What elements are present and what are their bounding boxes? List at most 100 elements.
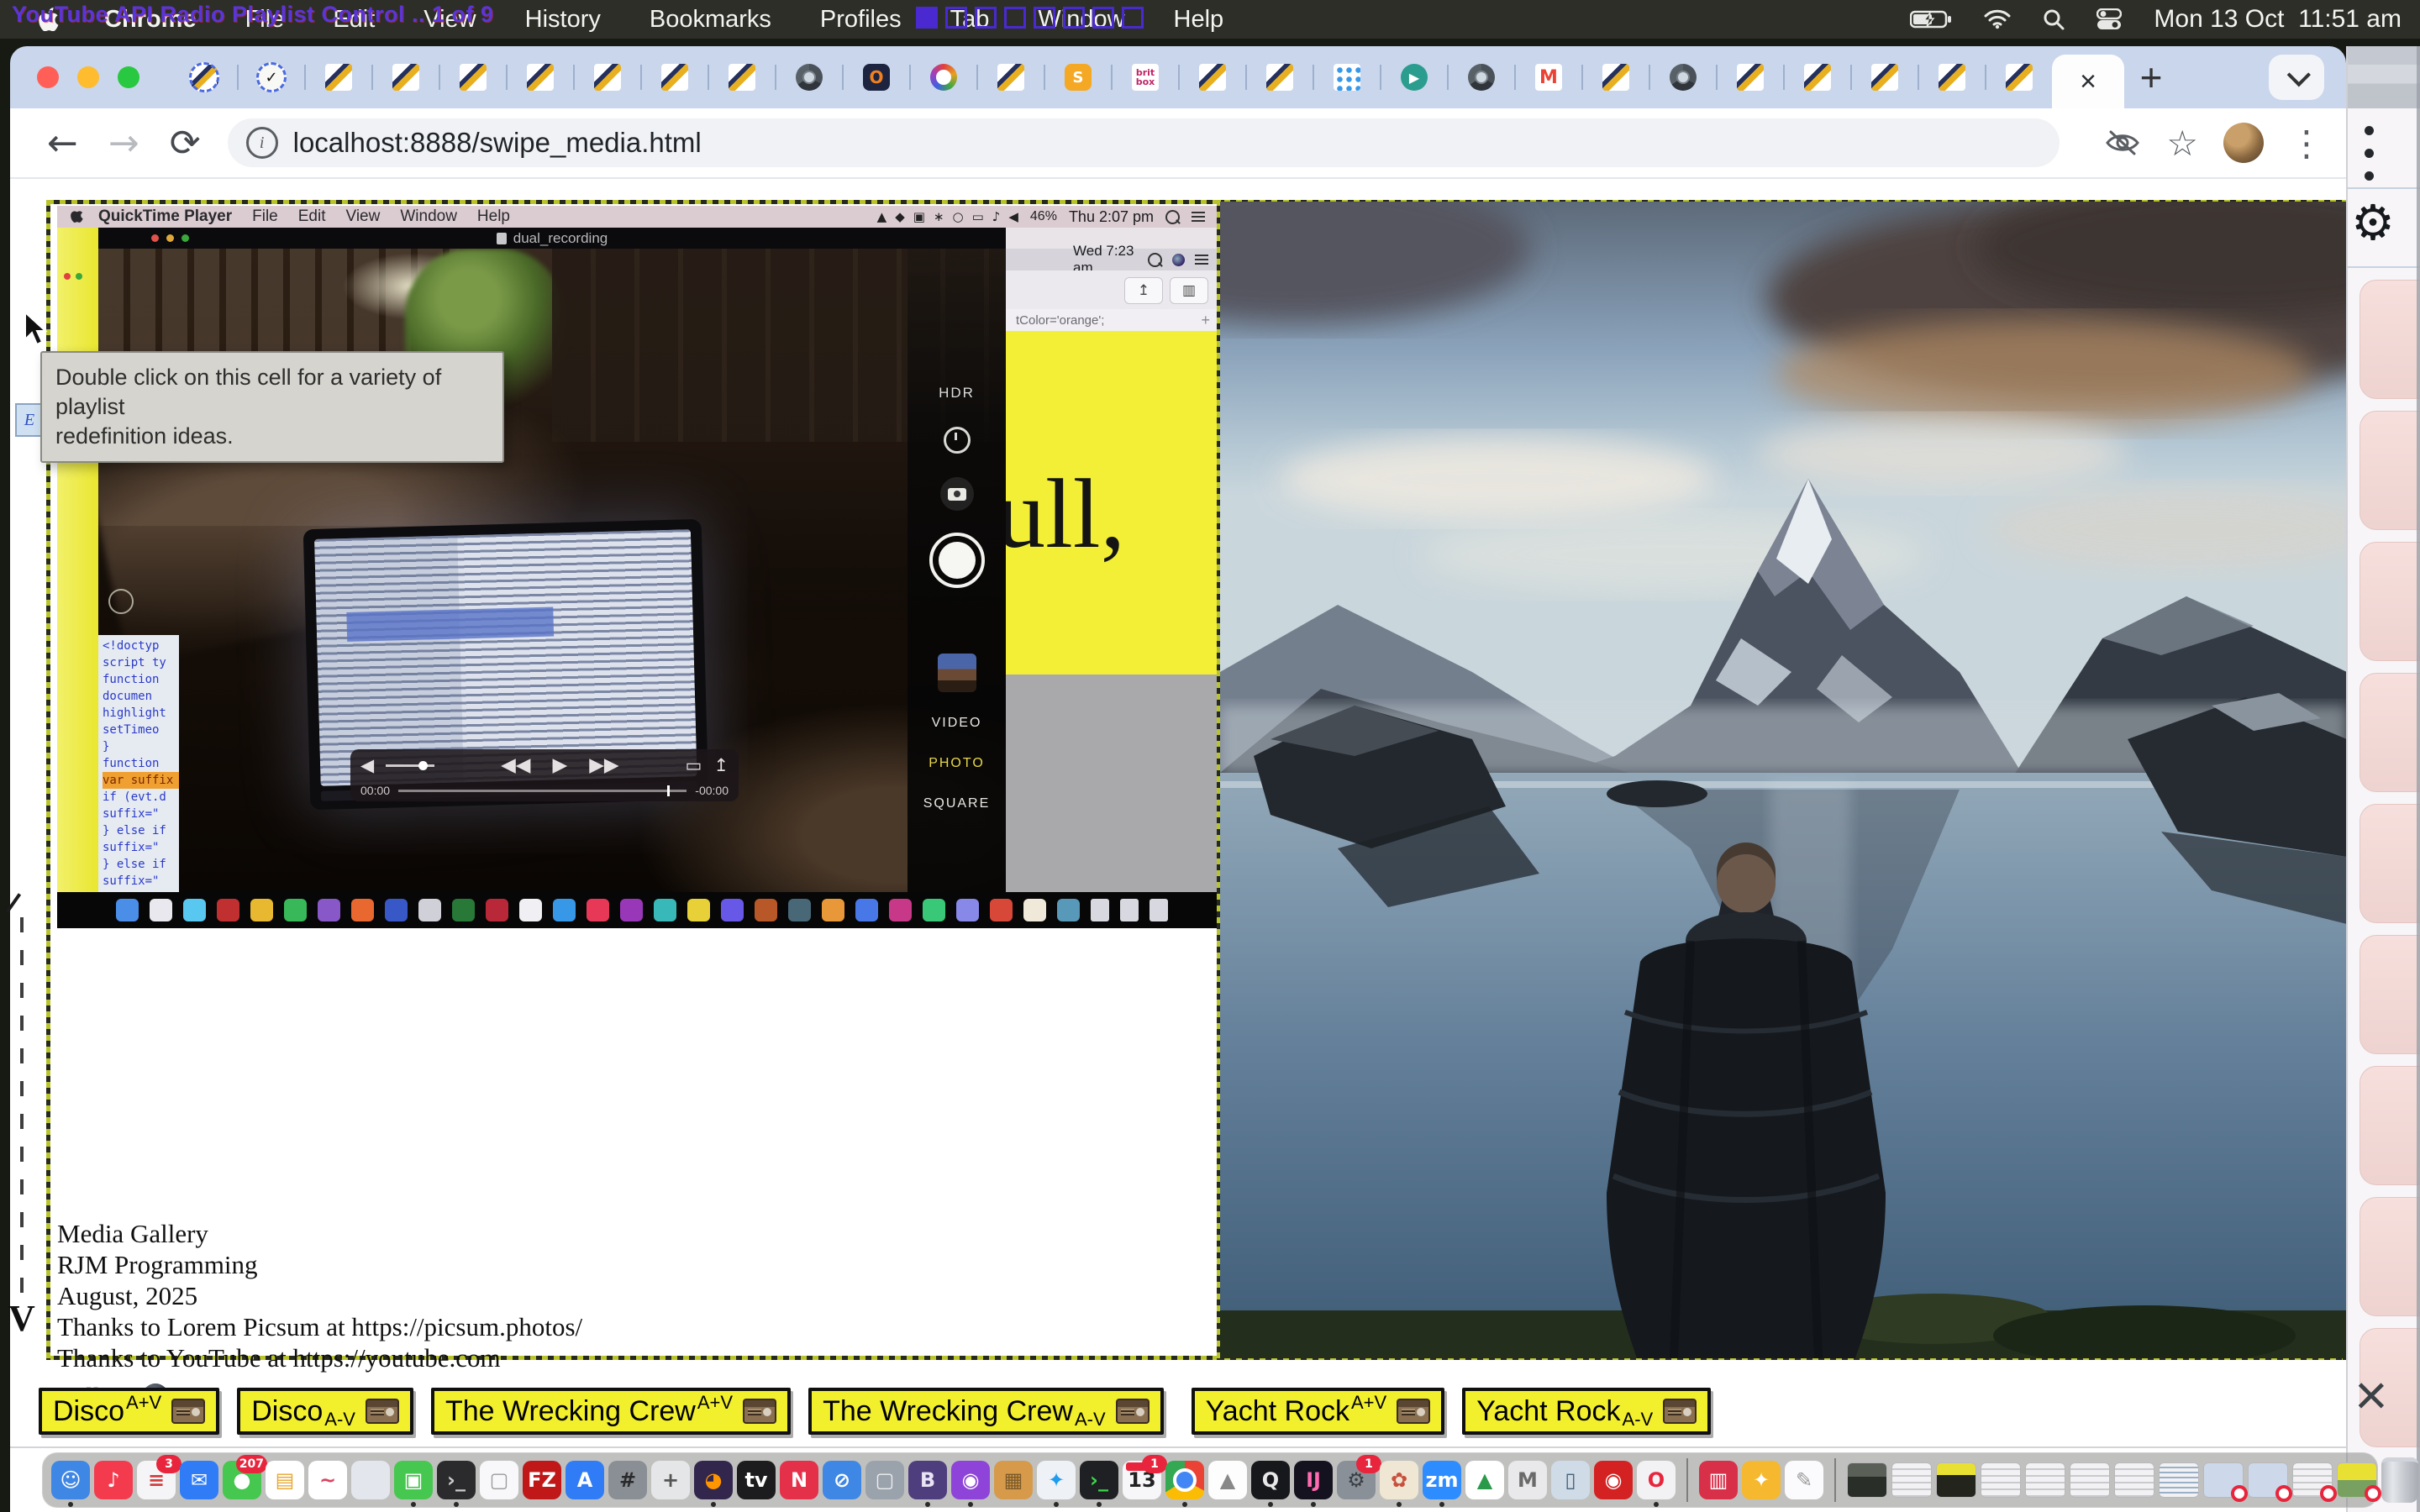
playlist-button-yacht-rock-a+v[interactable]: Yacht RockA+V [1192,1388,1445,1435]
site-info-icon[interactable]: i [246,127,278,159]
trash-icon[interactable] [2381,1457,2418,1503]
tab[interactable] [1180,46,1245,108]
profile-avatar[interactable] [2223,123,2264,163]
tab[interactable] [1785,46,1850,108]
dock-app-icon[interactable]: 131 [1123,1461,1161,1499]
dock-app-icon[interactable]: ▢ [480,1461,518,1499]
pink-card[interactable] [2360,411,2420,530]
preview-eye-icon[interactable] [2104,129,2141,157]
tab[interactable] [373,46,439,108]
camera-mode-square[interactable]: SQUARE [923,796,991,811]
playlist-button-disco-a+v[interactable]: DiscoA+V [39,1388,219,1435]
pink-card[interactable] [2360,673,2420,792]
zoom-window-button[interactable] [118,66,139,88]
tab[interactable] [709,46,775,108]
playlist-button-the-wrecking-crew-a+v[interactable]: The Wrecking CrewA+V [431,1388,791,1435]
dock-minimized-window[interactable] [2292,1462,2333,1498]
menu-item-profiles[interactable]: Profiles [820,6,902,34]
spotlight-search-icon[interactable] [2043,8,2065,30]
dock-minimized-window[interactable] [2070,1462,2110,1498]
dock-app-icon[interactable]: ▦ [994,1461,1033,1499]
menu-item-bookmarks[interactable]: Bookmarks [650,6,771,34]
dock-app-icon[interactable]: Q [1251,1461,1290,1499]
dock-minimized-window[interactable] [1847,1462,1887,1498]
dock-app-icon[interactable]: ~ [308,1461,347,1499]
last-photo-thumbnail[interactable] [908,654,1006,692]
edit-chip-icon[interactable]: E [15,403,44,437]
hdr-label[interactable]: HDR [908,385,1006,402]
pink-card[interactable] [2360,280,2420,399]
tab[interactable] [911,46,976,108]
dock-minimized-window[interactable] [1981,1462,2021,1498]
dock-app-icon[interactable]: M [1508,1461,1547,1499]
dock-app-icon[interactable]: zm [1423,1461,1461,1499]
dock-app-icon[interactable]: ▢ [865,1461,904,1499]
dock-app-icon[interactable]: N [780,1461,818,1499]
dock-app-icon[interactable]: ✦ [1037,1461,1076,1499]
dock-app-icon[interactable]: O [1637,1461,1676,1499]
playlist-button-the-wrecking-crew-a-v[interactable]: The Wrecking CrewA-V [808,1388,1164,1435]
control-center-icon[interactable] [2096,8,2122,30]
dock-app-icon[interactable]: ◉ [1594,1461,1633,1499]
dock-app-icon[interactable]: B [908,1461,947,1499]
fast-forward-button[interactable]: ▶▶ [589,754,618,776]
dock-app-icon[interactable]: ›_ [1080,1461,1118,1499]
volume-icon[interactable]: ◀ [360,755,374,775]
tab[interactable] [1449,46,1514,108]
back-button[interactable]: ← [47,122,78,165]
tab[interactable] [575,46,640,108]
forward-button[interactable]: → [108,122,139,165]
tab[interactable] [1718,46,1783,108]
dock-app-icon[interactable]: ▯ [1551,1461,1590,1499]
dock-minimized-window[interactable] [1891,1462,1932,1498]
dock-app-icon[interactable]: A [566,1461,604,1499]
tab-search-button[interactable] [2269,55,2324,100]
tab[interactable]: britbox [1113,46,1178,108]
dock-app-icon[interactable]: ⚙1 [1337,1461,1376,1499]
dock-app-icon[interactable]: ›_ [437,1461,476,1499]
dock-app-icon[interactable]: ▲ [1208,1461,1247,1499]
camera-mode-photo[interactable]: PHOTO [929,756,985,771]
media-cell-screencast[interactable]: QuickTime Player FileEditViewWindowHelp … [57,206,1217,928]
dock-minimized-window[interactable] [1936,1462,1976,1498]
tab[interactable] [1852,46,1918,108]
tab[interactable] [978,46,1044,108]
menu-clock[interactable]: Mon 13 Oct 11:51 am [2154,5,2402,34]
close-window-button[interactable] [37,66,59,88]
tab[interactable]: ✓ [239,46,304,108]
tab[interactable] [1247,46,1313,108]
dock-app-icon[interactable]: ▤ [266,1461,304,1499]
airplay-icon[interactable]: ▭ [686,755,702,775]
shutter-button[interactable] [908,533,1006,588]
tabs-button[interactable]: ▥ [1170,277,1208,304]
tab[interactable]: M [1516,46,1581,108]
flip-camera-icon[interactable] [908,477,1006,511]
wifi-icon[interactable] [1984,9,2011,29]
chrome-menu-icon[interactable]: ⋮ [2289,123,2324,164]
bookmark-star-icon[interactable]: ☆ [2166,123,2198,164]
dock-app-icon[interactable] [351,1461,390,1499]
dock-app-icon[interactable]: # [608,1461,647,1499]
tab[interactable]: ▶ [1381,46,1447,108]
new-tab-button[interactable]: + [2124,55,2178,100]
dock-app-icon[interactable]: ✉ [180,1461,218,1499]
menu-item-history[interactable]: History [525,6,601,34]
tab[interactable] [1314,46,1380,108]
tab[interactable] [508,46,573,108]
new-tab-plus[interactable]: + [1201,312,1210,329]
dock-app-icon[interactable]: FZ [523,1461,561,1499]
dock-app-icon[interactable]: ▣ [394,1461,433,1499]
tab[interactable] [1583,46,1649,108]
media-cell-mountain-photo[interactable] [1220,202,2347,1358]
share-button[interactable]: ↥ [1124,277,1163,304]
dock-minimized-window[interactable] [2025,1462,2065,1498]
dock-app-icon[interactable]: tv [737,1461,776,1499]
menu-item-help[interactable]: Help [1174,6,1224,34]
dock-app-icon[interactable]: ≡3 [137,1461,176,1499]
camera-mode-video[interactable]: VIDEO [932,716,982,731]
dock-app-icon[interactable]: ●207 [223,1461,261,1499]
tab[interactable]: S [1045,46,1111,108]
dock-app-icon[interactable]: ☺ [51,1461,90,1499]
playlist-button-yacht-rock-a-v[interactable]: Yacht RockA-V [1462,1388,1711,1435]
dock-app-icon[interactable]: + [651,1461,690,1499]
